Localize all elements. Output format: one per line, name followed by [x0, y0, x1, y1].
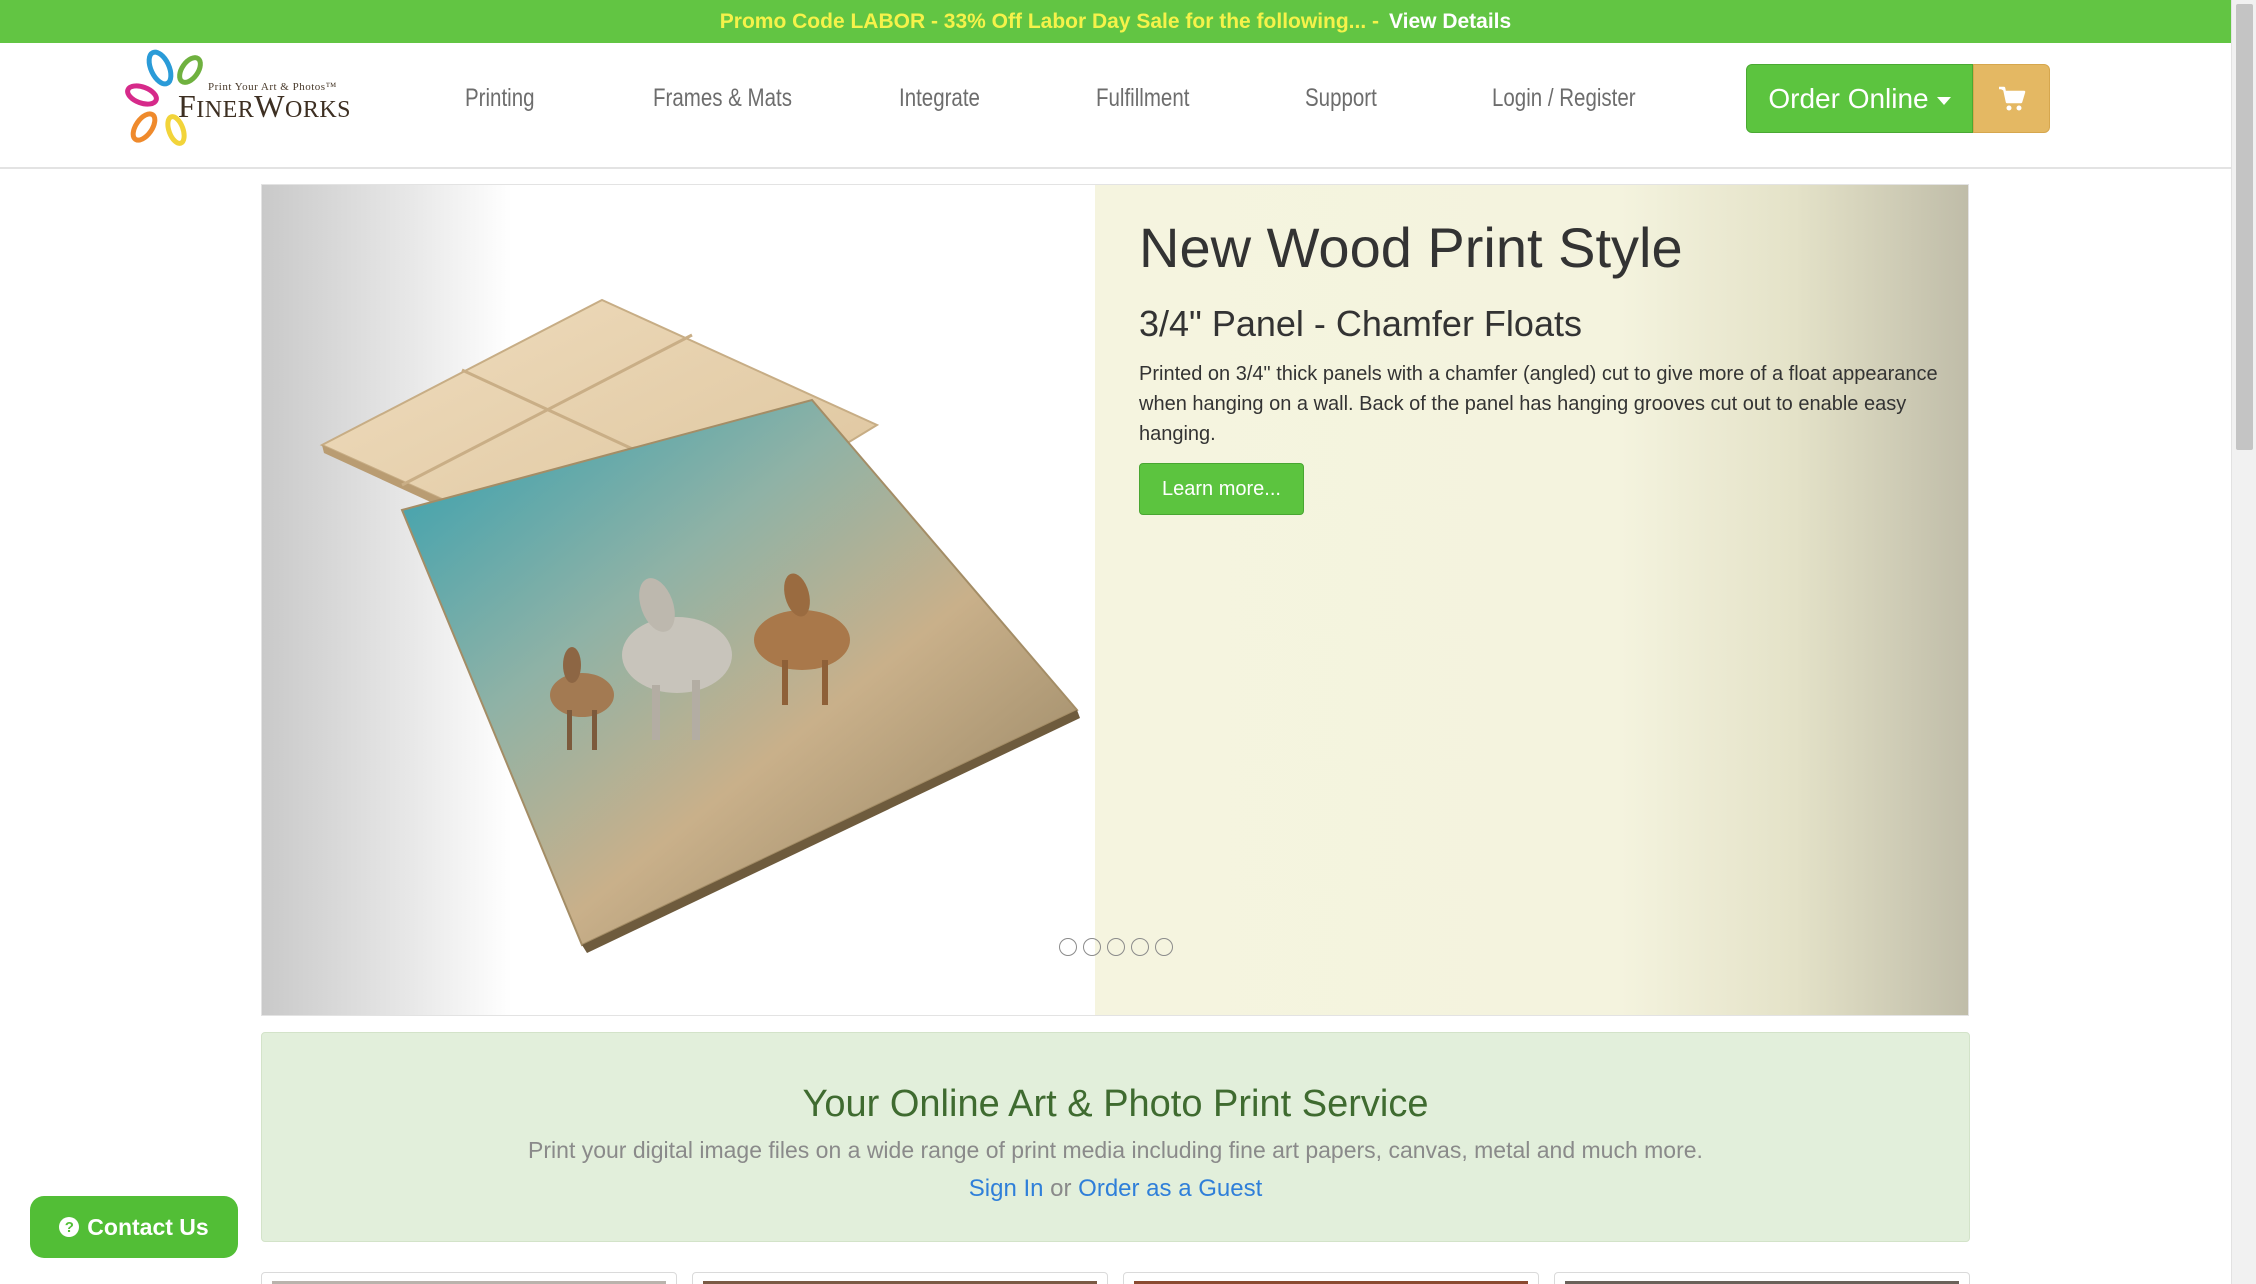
- cart-button[interactable]: [1973, 64, 2050, 133]
- product-card-2[interactable]: [692, 1272, 1108, 1284]
- shopping-cart-icon: [1998, 86, 2025, 110]
- promo-bar: Promo Code LABOR - 33% Off Labor Day Sal…: [0, 0, 2231, 43]
- band-description: Print your digital image files on a wide…: [528, 1137, 1703, 1163]
- finerworks-logo[interactable]: Print Your Art & Photos™ FINERWORKS: [122, 44, 351, 149]
- nav-item-login-register[interactable]: Login / Register: [1492, 84, 1636, 113]
- page-scrollbar[interactable]: [2231, 0, 2256, 1284]
- contact-us-label: Contact Us: [87, 1213, 209, 1240]
- view-details-link[interactable]: View Details: [1389, 10, 1511, 34]
- service-intro-band: Your Online Art & Photo Print Service Pr…: [261, 1032, 1970, 1242]
- order-as-guest-link[interactable]: Order as a Guest: [1078, 1175, 1262, 1202]
- slide-image: [262, 185, 1095, 1015]
- contact-us-button[interactable]: ? Contact Us: [30, 1196, 238, 1258]
- band-title: Your Online Art & Photo Print Service: [802, 1083, 1429, 1125]
- nav-item-printing[interactable]: Printing: [465, 84, 535, 113]
- slide-subtitle: 3/4" Panel - Chamfer Floats: [1139, 303, 1582, 344]
- wood-print-image: [319, 298, 1080, 953]
- nav-item-fulfillment[interactable]: Fulfillment: [1096, 84, 1189, 113]
- caret-down-icon: [1936, 96, 1951, 105]
- slide-title: New Wood Print Style: [1139, 216, 1683, 279]
- nav-item-integrate[interactable]: Integrate: [899, 84, 980, 113]
- band-links: Sign In or Order as a Guest: [262, 1175, 1969, 1203]
- nav-item-support[interactable]: Support: [1305, 84, 1377, 113]
- logo-wordmark: FINERWORKS: [178, 88, 352, 124]
- product-card-1[interactable]: [261, 1272, 677, 1284]
- carousel-dot-1[interactable]: [1059, 938, 1077, 956]
- sign-in-link[interactable]: Sign In: [969, 1175, 1044, 1202]
- learn-more-button[interactable]: Learn more...: [1139, 463, 1304, 515]
- site-header: Print Your Art & Photos™ FINERWORKS Prin…: [0, 43, 2231, 169]
- order-online-label: Order Online: [1768, 82, 1929, 114]
- hero-carousel[interactable]: New Wood Print Style 3/4" Panel - Chamfe…: [261, 184, 1969, 1016]
- order-online-button[interactable]: Order Online: [1746, 64, 1973, 133]
- carousel-dot-4[interactable]: [1131, 938, 1149, 956]
- nav-item-frames-mats[interactable]: Frames & Mats: [653, 84, 792, 113]
- question-circle-icon: ?: [59, 1217, 80, 1237]
- scrollbar-thumb[interactable]: [2236, 4, 2253, 450]
- product-card-3[interactable]: [1123, 1272, 1539, 1284]
- carousel-dot-3[interactable]: [1107, 938, 1125, 956]
- slide-description: Printed on 3/4" thick panels with a cham…: [1139, 363, 1938, 445]
- promo-text: Promo Code LABOR - 33% Off Labor Day Sal…: [719, 9, 1380, 33]
- carousel-dot-5[interactable]: [1155, 938, 1173, 956]
- carousel-dot-2[interactable]: [1083, 938, 1101, 956]
- carousel-indicators: [1059, 938, 1173, 956]
- or-text: or: [1050, 1175, 1072, 1202]
- product-card-4[interactable]: [1554, 1272, 1970, 1284]
